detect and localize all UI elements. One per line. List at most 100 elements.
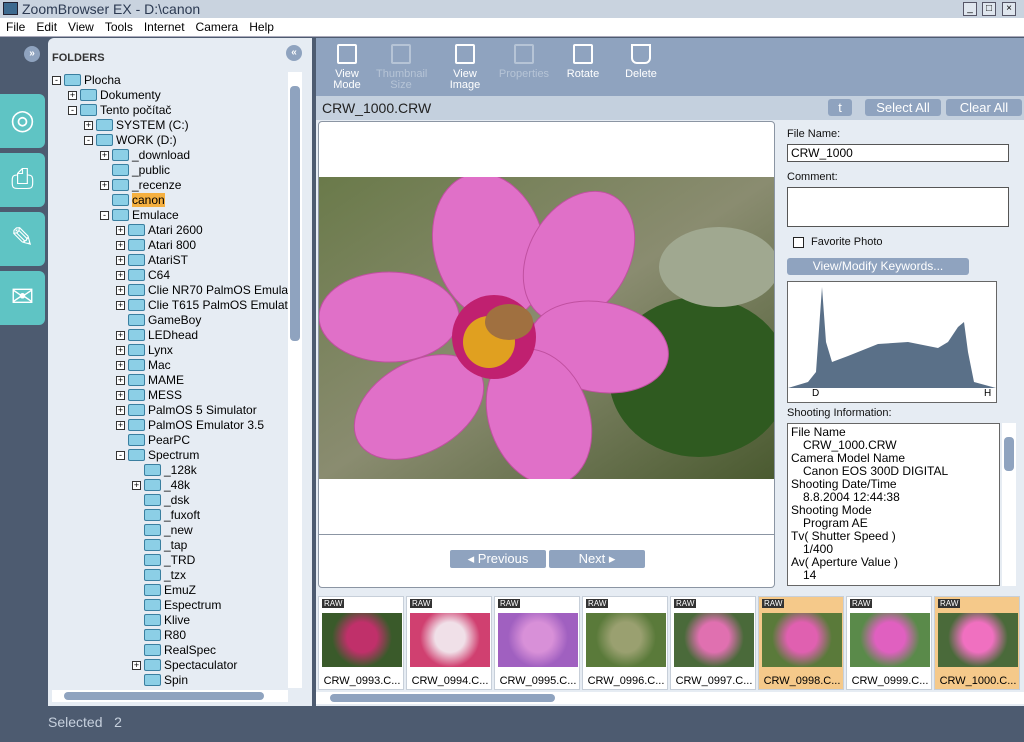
folder-item[interactable]: + PalmOS 5 Simulator xyxy=(116,403,257,418)
menu-internet[interactable]: Internet xyxy=(138,18,190,34)
expand-rail-icon[interactable]: » xyxy=(24,46,40,62)
folder-item[interactable]: canon xyxy=(100,193,165,208)
folder-item[interactable]: - Spectrum xyxy=(116,448,199,463)
expand-icon[interactable]: + xyxy=(100,181,109,190)
expand-icon[interactable]: + xyxy=(68,91,77,100)
camera-task-button[interactable]: ◎ xyxy=(0,94,45,148)
collapse-icon[interactable]: - xyxy=(52,76,61,85)
folder-item[interactable]: - Emulace xyxy=(100,208,179,223)
collapse-panel-icon[interactable]: « xyxy=(286,45,302,61)
expand-icon[interactable]: + xyxy=(116,271,125,280)
menu-file[interactable]: File xyxy=(0,18,30,34)
comment-input[interactable] xyxy=(787,187,1009,227)
internet-task-button[interactable]: ✉ xyxy=(0,271,45,325)
thumbnail[interactable]: RAW CRW_0999.C... xyxy=(846,596,932,690)
folder-item[interactable]: PearPC xyxy=(116,433,190,448)
next-button[interactable]: Next ▸ xyxy=(549,550,645,568)
folder-item[interactable]: + PalmOS Emulator 3.5 xyxy=(116,418,264,433)
folder-item[interactable]: - Plocha xyxy=(52,73,121,88)
menu-camera[interactable]: Camera xyxy=(190,18,244,34)
folder-item[interactable]: + _48k xyxy=(132,478,190,493)
thumbnail[interactable]: RAW CRW_0993.C... xyxy=(318,596,404,690)
menu-tools[interactable]: Tools xyxy=(99,18,138,34)
properties-button[interactable]: Properties xyxy=(498,44,550,80)
folder-item[interactable]: - WORK (D:) xyxy=(84,133,177,148)
view-image-button[interactable]: View Image xyxy=(440,44,490,91)
collapse-icon[interactable]: - xyxy=(100,211,109,220)
folder-item[interactable]: GameBoy xyxy=(116,313,201,328)
thumbnail[interactable]: RAW CRW_0998.C... xyxy=(758,596,844,690)
expand-icon[interactable]: + xyxy=(116,301,125,310)
folder-item[interactable]: _TRD xyxy=(132,553,195,568)
print-task-button[interactable]: ⎙ xyxy=(0,153,45,207)
delete-button[interactable]: Delete xyxy=(616,44,666,80)
scroll-thumb[interactable] xyxy=(1004,437,1014,471)
folder-item[interactable]: + Clie NR70 PalmOS Emulator 3.5 xyxy=(116,283,288,298)
expand-icon[interactable]: + xyxy=(116,406,125,415)
expand-icon[interactable]: + xyxy=(116,256,125,265)
collapse-icon[interactable]: - xyxy=(84,136,93,145)
folder-item[interactable]: Spin xyxy=(132,673,188,688)
select-all-button[interactable]: Select All xyxy=(865,99,941,116)
thumbnail[interactable]: RAW CRW_0996.C... xyxy=(582,596,668,690)
thumbnail[interactable]: RAW CRW_0997.C... xyxy=(670,596,756,690)
preview-photo[interactable] xyxy=(319,177,774,479)
rotate-button[interactable]: Rotate xyxy=(558,44,608,80)
menu-help[interactable]: Help xyxy=(243,18,279,34)
expand-icon[interactable]: + xyxy=(116,346,125,355)
clear-all-button[interactable]: Clear All xyxy=(946,99,1022,116)
folder-item[interactable]: _public xyxy=(100,163,170,178)
folder-item[interactable]: + Clie T615 PalmOS Emulator 3.5 xyxy=(116,298,288,313)
expand-icon[interactable]: + xyxy=(84,121,93,130)
expand-icon[interactable]: + xyxy=(116,241,125,250)
folder-item[interactable]: _128k xyxy=(132,463,197,478)
scroll-thumb[interactable] xyxy=(330,694,555,702)
thumbnail[interactable]: RAW CRW_1000.C... xyxy=(934,596,1020,690)
edit-task-button[interactable]: ✎ xyxy=(0,212,45,266)
folder-item[interactable]: Espectrum xyxy=(132,598,221,613)
favorite-checkbox[interactable] xyxy=(793,237,804,248)
folder-item[interactable]: + MAME xyxy=(116,373,184,388)
expand-icon[interactable]: + xyxy=(116,376,125,385)
close-button[interactable]: × xyxy=(1002,2,1016,16)
expand-icon[interactable]: + xyxy=(116,331,125,340)
folder-item[interactable]: + Mac xyxy=(116,358,171,373)
minimize-button[interactable]: _ xyxy=(963,2,977,16)
folder-item[interactable]: + LEDhead xyxy=(116,328,198,343)
collapse-icon[interactable]: - xyxy=(116,451,125,460)
expand-icon[interactable]: + xyxy=(100,151,109,160)
folder-item[interactable]: _fuxoft xyxy=(132,508,200,523)
previous-button[interactable]: ◂ Previous xyxy=(450,550,546,568)
up-button[interactable]: t xyxy=(828,99,852,116)
thumbnail-size-button[interactable]: Thumbnail Size xyxy=(376,44,427,91)
folder-item[interactable]: + C64 xyxy=(116,268,170,283)
view-mode-button[interactable]: View Mode xyxy=(322,44,372,91)
thumbnail[interactable]: RAW CRW_0995.C... xyxy=(494,596,580,690)
expand-icon[interactable]: + xyxy=(116,226,125,235)
folder-item[interactable]: + Atari 800 xyxy=(116,238,196,253)
file-name-input[interactable]: CRW_1000 xyxy=(787,144,1009,162)
folder-item[interactable]: + _recenze xyxy=(100,178,181,193)
menu-view[interactable]: View xyxy=(62,18,99,34)
thumbnail-scrollbar[interactable] xyxy=(316,692,1024,704)
expand-icon[interactable]: + xyxy=(116,361,125,370)
expand-icon[interactable]: + xyxy=(132,661,141,670)
expand-icon[interactable]: + xyxy=(116,391,125,400)
folder-item[interactable]: _dsk xyxy=(132,493,189,508)
expand-icon[interactable]: + xyxy=(132,481,141,490)
folder-item[interactable]: + Atari 2600 xyxy=(116,223,203,238)
folder-item[interactable]: - Tento počítač xyxy=(68,103,171,118)
tree-horizontal-scrollbar[interactable] xyxy=(52,690,288,702)
scroll-thumb[interactable] xyxy=(64,692,264,700)
expand-icon[interactable]: + xyxy=(116,286,125,295)
collapse-icon[interactable]: - xyxy=(68,106,77,115)
menu-edit[interactable]: Edit xyxy=(30,18,62,34)
shooting-info-scrollbar[interactable] xyxy=(1002,423,1016,586)
folder-item[interactable]: + Spectaculator xyxy=(132,658,237,673)
folder-item[interactable]: _new xyxy=(132,523,193,538)
keywords-button[interactable]: View/Modify Keywords... xyxy=(787,258,969,275)
folder-item[interactable]: R80 xyxy=(132,628,186,643)
folder-item[interactable]: EmuZ xyxy=(132,583,196,598)
folder-item[interactable]: _tzx xyxy=(132,568,186,583)
scroll-thumb[interactable] xyxy=(290,86,300,341)
